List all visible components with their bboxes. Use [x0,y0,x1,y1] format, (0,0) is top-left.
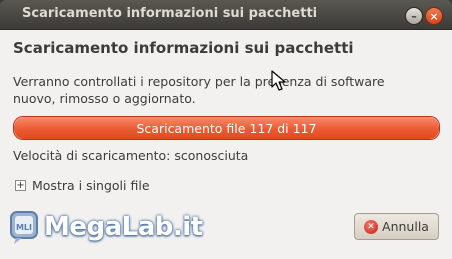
dialog-window: Scaricamento informazioni sui pacchetti … [0,0,452,259]
watermark-logo-text: MLI [16,223,32,232]
watermark: MLI MegaLab.it [0,208,203,259]
watermark-text: MegaLab.it [44,212,203,242]
mouse-pointer-icon [271,70,286,91]
minimize-icon[interactable]: – [405,7,423,25]
show-files-expander[interactable]: + Mostra i singoli file [15,178,150,193]
dialog-description: Verranno controllati i repository per la… [13,74,385,106]
plus-icon[interactable]: + [15,180,26,191]
cancel-icon: ✕ [364,219,379,234]
progress-bar: Scaricamento file 117 di 117 [13,116,440,140]
cancel-label: Annulla [382,219,429,234]
progress-label: Scaricamento file 117 di 117 [136,120,317,136]
dialog-heading: Scaricamento informazioni sui pacchetti [13,39,354,57]
download-speed: Velocità di scaricamento: sconosciuta [13,148,249,163]
window-title: Scaricamento informazioni sui pacchetti [22,6,318,21]
title-bar[interactable]: Scaricamento informazioni sui pacchetti … [0,0,452,30]
expander-label: Mostra i singoli file [32,178,150,193]
close-icon[interactable]: × [425,7,443,25]
cancel-button[interactable]: ✕ Annulla [354,213,439,240]
watermark-logo-icon: MLI [10,211,38,244]
